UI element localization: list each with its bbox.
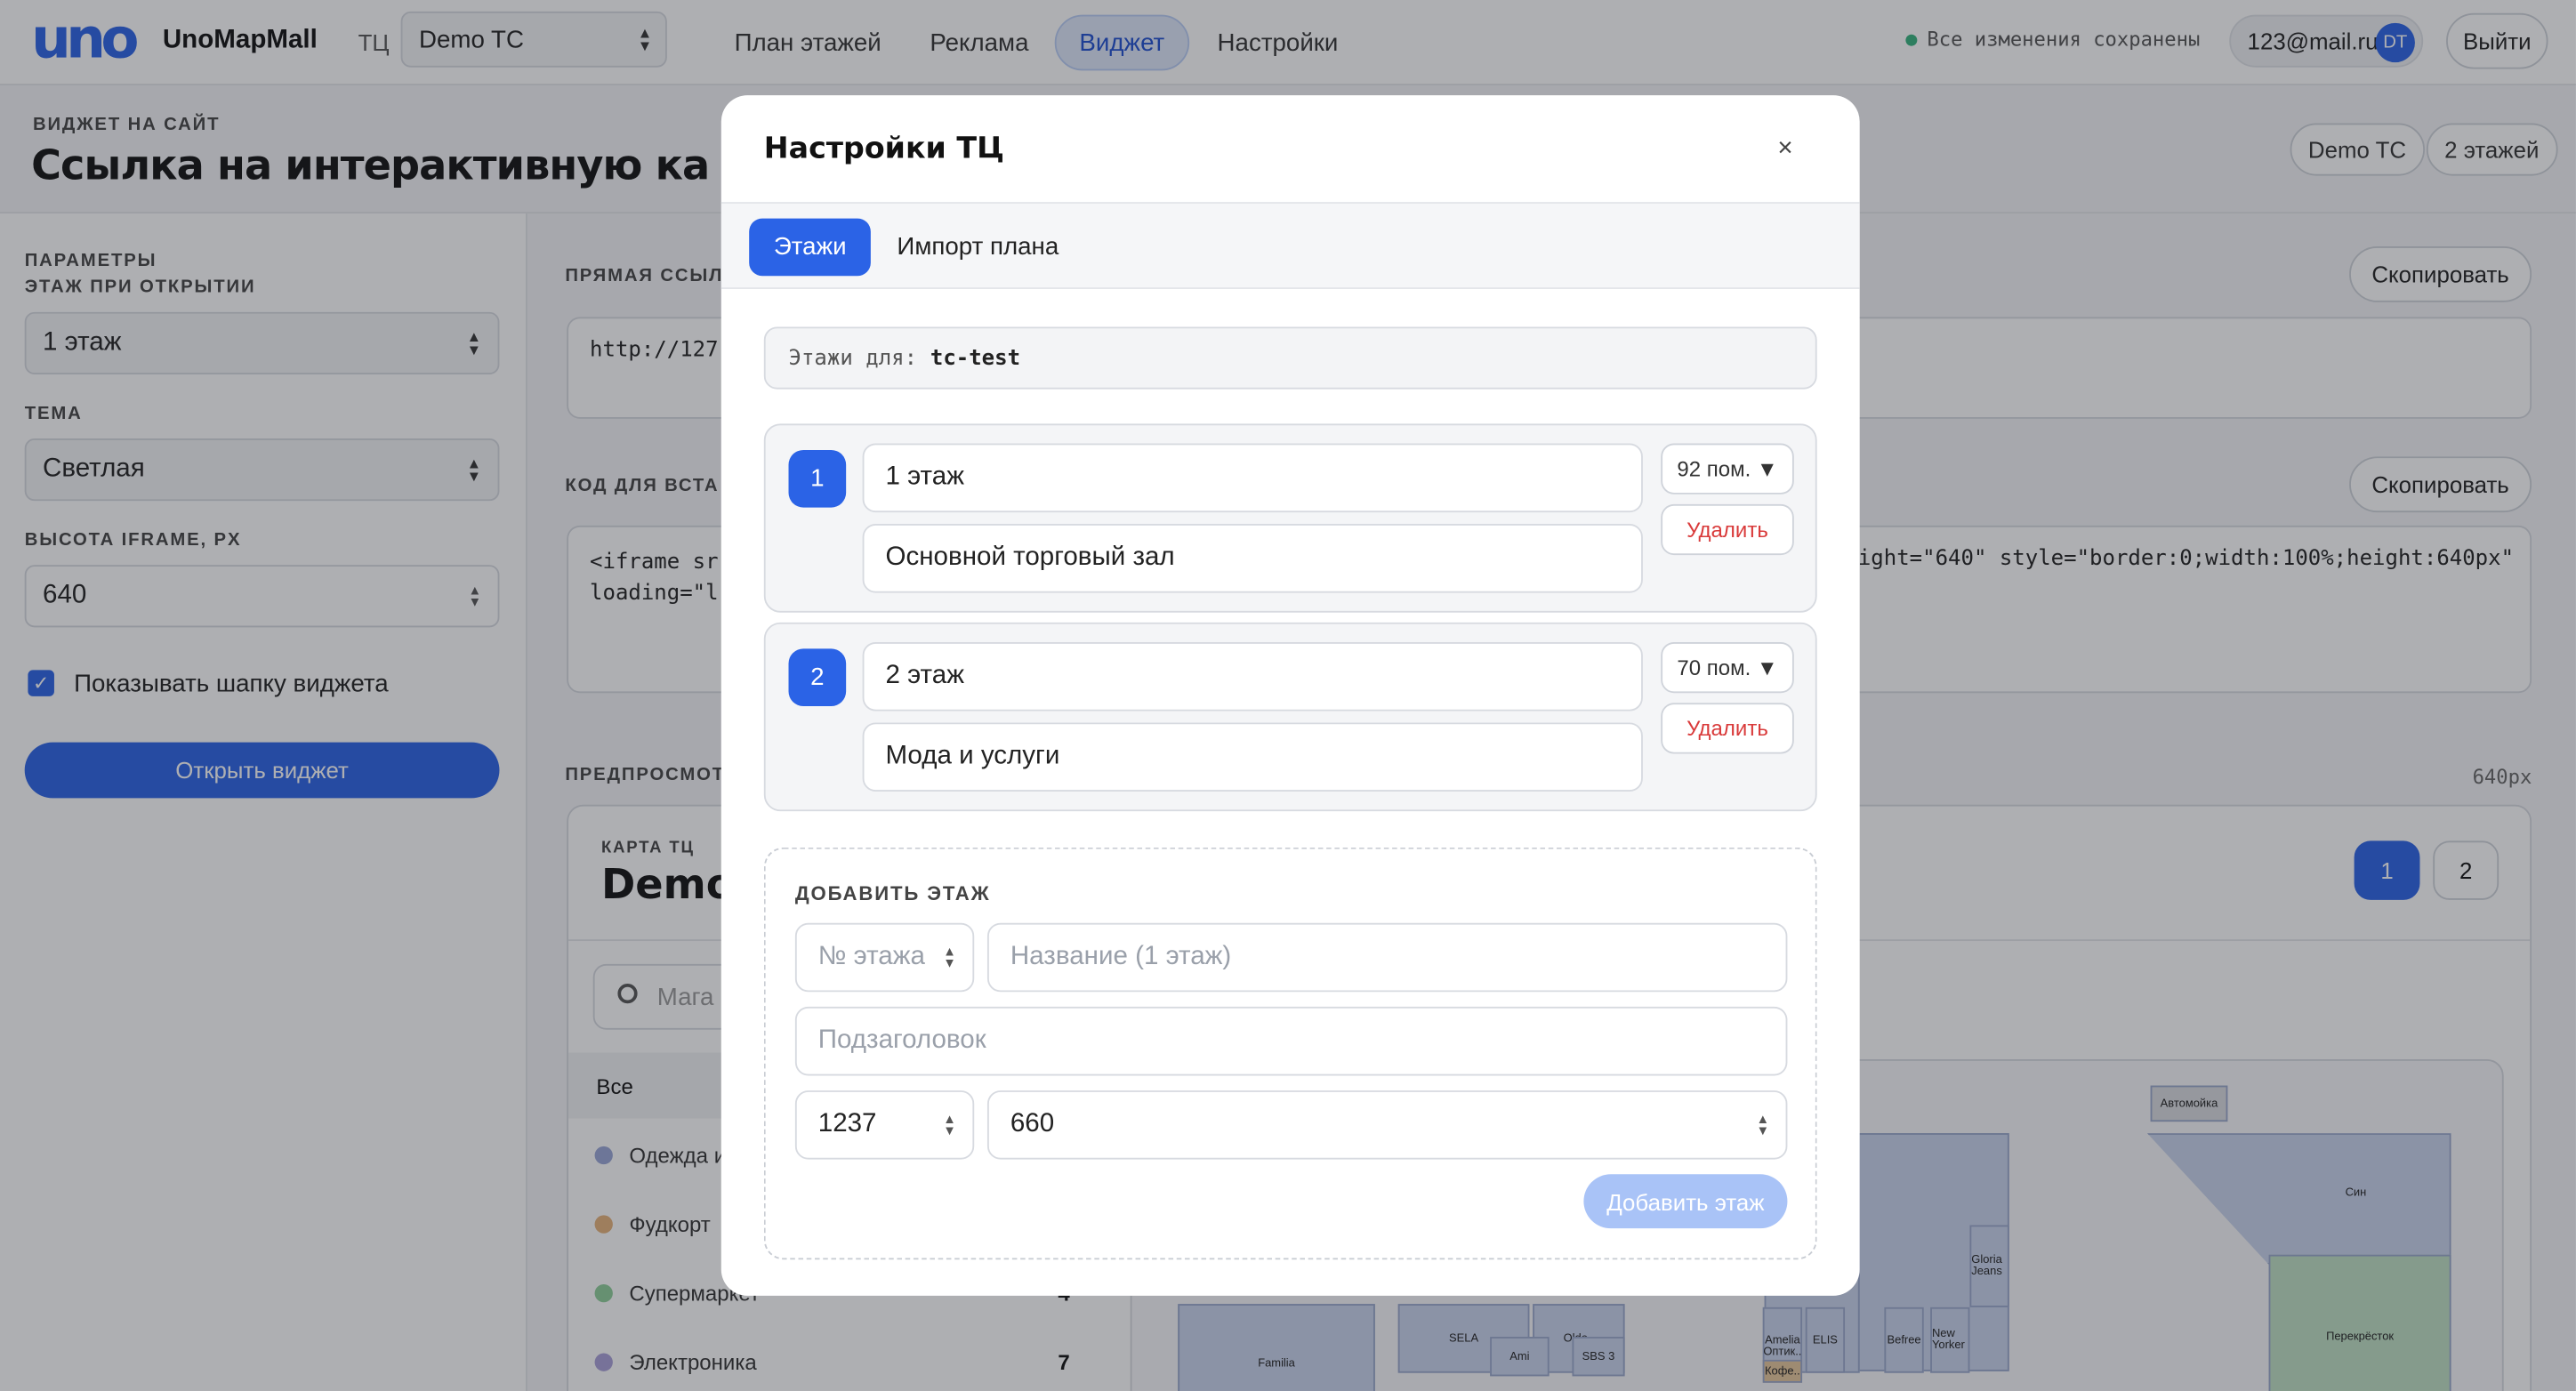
delete-floor-button[interactable]: Удалить [1661,703,1794,754]
add-floor-button[interactable]: Добавить этаж [1583,1174,1788,1229]
floor-name-input[interactable]: 2 этаж [862,641,1643,712]
floors-for-tc: Этажи для: tc-test [763,326,1817,390]
app-root: uno UnoMapMall ТЦ Demo TC ▲ ▼ План этажей… [0,0,2576,1391]
plan-width-input[interactable]: 1237 ▲ ▼ [794,1090,975,1160]
floor-subtitle-value: Мода и услуги [885,742,1060,771]
floor-name-value: 1 этаж [885,462,964,492]
floor-subtitle-input[interactable]: Мода и услуги [862,722,1643,792]
floor-card: 1 1 этаж Основной торговый зал 92 пом. ▼… [763,423,1817,613]
add-floor-heading: ДОБАВИТЬ ЭТАЖ [794,881,991,905]
floor-subtitle-input[interactable]: Основной торговый зал [862,524,1643,593]
floor-number-input[interactable]: № этажа ▲ ▼ [794,922,975,993]
plan-width-value: 1237 [817,1110,877,1138]
floor-title-input[interactable]: Название (1 этаж) [986,922,1788,993]
stepper-icon: ▲ ▼ [1756,1112,1770,1138]
floor-card: 2 2 этаж Мода и услуги 70 пом. ▼ Удалить [763,622,1817,812]
plan-height-input[interactable]: 660 ▲ ▼ [986,1090,1788,1160]
plan-height-value: 660 [1010,1110,1055,1138]
rooms-dropdown[interactable]: 70 пом. ▼ [1661,641,1794,694]
floor-number-placeholder: № этажа [817,942,925,971]
rooms-dropdown[interactable]: 92 пом. ▼ [1661,443,1794,494]
stepper-icon: ▲ ▼ [943,944,956,971]
floor-number-badge: 1 [788,449,847,508]
stepper-icon: ▲ ▼ [943,1112,956,1138]
modal-title: Настройки ТЦ [763,131,1004,166]
floor-subtitle-value: Основной торговый зал [885,543,1175,572]
modal-tabs: Этажи Импорт плана [720,202,1860,289]
close-icon[interactable]: × [1777,134,1792,164]
tab-floors[interactable]: Этажи [749,218,872,277]
floors-for-label: Этажи для: [788,345,918,371]
tab-import-plan[interactable]: Импорт плана [873,219,1083,277]
floor-number-badge: 2 [788,648,847,706]
add-floor-form: ДОБАВИТЬ ЭТАЖ № этажа ▲ ▼ Название (1 эта… [763,847,1817,1260]
floor-name-input[interactable]: 1 этаж [862,443,1643,513]
floor-subtitle-new-input[interactable]: Подзаголовок [794,1006,1788,1076]
floor-title-placeholder: Название (1 этаж) [1010,942,1232,971]
delete-floor-button[interactable]: Удалить [1661,503,1794,556]
settings-modal: Настройки ТЦ × Этажи Импорт плана Этажи … [720,95,1860,1296]
floor-subtitle-placeholder: Подзаголовок [817,1026,986,1055]
floor-name-value: 2 этаж [885,662,964,690]
floors-for-value: tc-test [930,345,1021,371]
